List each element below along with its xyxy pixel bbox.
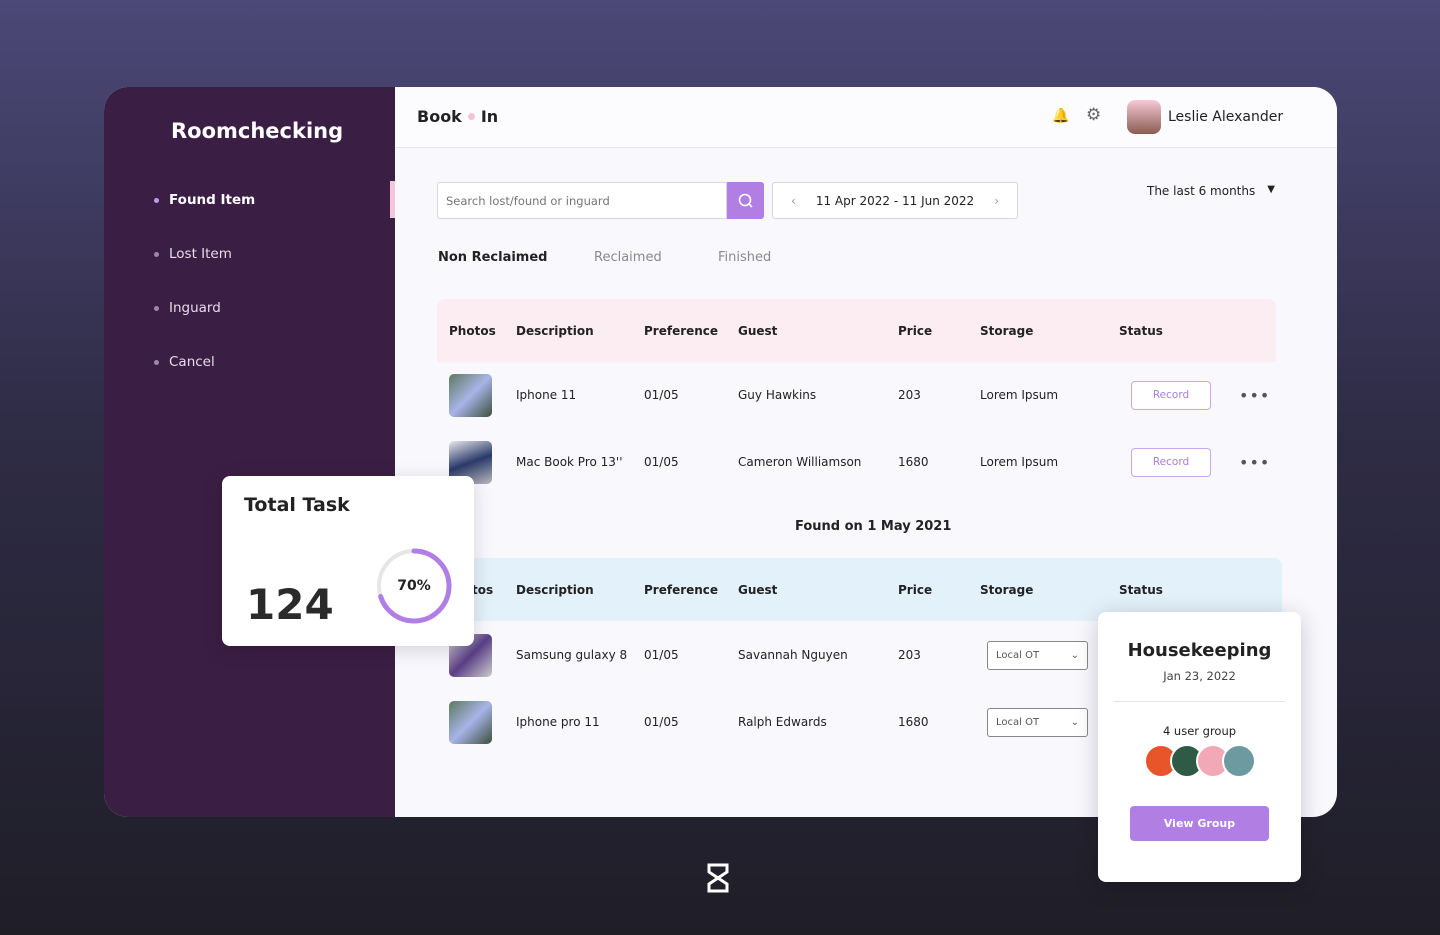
logo-right: In	[480, 107, 499, 126]
label: Inguard	[169, 300, 221, 316]
sidebar: Roomchecking Found Item Lost Item Inguar…	[104, 87, 395, 817]
storage-value: Local OT	[996, 649, 1040, 661]
table-row: Mac Book Pro 13'' 01/05 Cameron Williamson…	[437, 432, 1276, 492]
housekeeping-card: Housekeeping Jan 23, 2022 4 user group V…	[1098, 612, 1301, 882]
bell-icon[interactable]: 🔔	[1052, 108, 1069, 124]
description: Iphone pro 11	[516, 715, 600, 729]
storage-value: Local OT	[996, 716, 1040, 728]
housekeeping-title: Housekeeping	[1127, 640, 1272, 661]
label: Lost Item	[169, 246, 232, 262]
col-storage: Storage	[980, 323, 1034, 338]
description: Mac Book Pro 13''	[516, 455, 623, 469]
search-button[interactable]	[727, 182, 764, 219]
search-icon	[738, 193, 753, 208]
item-photo	[449, 373, 492, 417]
sidebar-item-lost[interactable]: Lost Item	[154, 246, 232, 262]
brand-logo-icon	[707, 863, 729, 893]
date-range-picker[interactable]: ‹ 11 Apr 2022 - 11 Jun 2022 ›	[772, 182, 1018, 219]
logo-left: Book	[417, 107, 462, 126]
storage-select[interactable]: Local OT ⌄	[987, 707, 1088, 737]
chevron-right-icon[interactable]: ›	[994, 194, 999, 208]
view-group-button[interactable]: View Group	[1130, 806, 1269, 841]
price: 1680	[898, 715, 929, 729]
gear-icon[interactable]: ⚙	[1086, 105, 1101, 125]
sidebar-item-found[interactable]: Found Item	[154, 192, 255, 208]
guest: Ralph Edwards	[738, 715, 827, 729]
sidebar-item-inguard[interactable]: Inguard	[154, 300, 221, 316]
total-task-title: Total Task	[244, 494, 350, 516]
storage: Lorem Ipsum	[980, 388, 1059, 402]
bullet-icon	[154, 197, 159, 203]
guest: Cameron Williamson	[738, 455, 862, 469]
more-icon[interactable]: •••	[1239, 386, 1270, 405]
bullet-icon	[154, 359, 159, 365]
col-guest: Guest	[738, 323, 778, 338]
guest: Savannah Nguyen	[738, 648, 848, 662]
tab-reclaimed[interactable]: Reclaimed	[594, 250, 662, 265]
col-photos: Photos	[449, 323, 496, 338]
tab-non-reclaimed[interactable]: Non Reclaimed	[438, 250, 547, 265]
col-storage: Storage	[980, 582, 1034, 597]
avatar[interactable]	[1127, 100, 1161, 134]
record-button[interactable]: Record	[1131, 380, 1211, 410]
col-guest: Guest	[738, 582, 778, 597]
preference: 01/05	[644, 388, 679, 402]
bullet-icon	[154, 251, 159, 257]
sidebar-item-cancel[interactable]: Cancel	[154, 354, 215, 370]
period-dropdown[interactable]: The last 6 months ▼	[1147, 184, 1275, 198]
preference: 01/05	[644, 648, 679, 662]
price: 203	[898, 648, 921, 662]
avatar-group	[1098, 744, 1301, 782]
logo-dot	[467, 113, 475, 120]
chevron-left-icon[interactable]: ‹	[791, 194, 796, 208]
col-price: Price	[898, 323, 933, 338]
more-icon[interactable]: •••	[1239, 453, 1270, 472]
logo: Book In	[417, 107, 498, 126]
user-name[interactable]: Leslie Alexander	[1168, 109, 1283, 125]
section-title: Found on 1 May 2021	[795, 519, 952, 534]
price: 1680	[898, 455, 929, 469]
date-range-text: 11 Apr 2022 - 11 Jun 2022	[815, 193, 975, 208]
description: Iphone 11	[516, 388, 577, 402]
col-status: Status	[1119, 582, 1163, 597]
label: Found Item	[169, 192, 256, 208]
progress-label: 70%	[397, 578, 431, 594]
group-label: 4 user group	[1162, 724, 1237, 738]
tab-finished[interactable]: Finished	[718, 250, 771, 265]
search-input[interactable]	[437, 182, 727, 219]
table-header: Photos Description Preference Guest Price Sto…	[437, 299, 1276, 362]
avatar	[1221, 744, 1256, 778]
description: Samsung gulaxy 8	[516, 648, 628, 662]
label: Cancel	[169, 354, 215, 370]
item-photo	[449, 700, 492, 744]
col-photos: tos	[472, 582, 494, 597]
storage-select[interactable]: Local OT ⌄	[987, 640, 1088, 670]
price: 203	[898, 388, 921, 402]
col-status: Status	[1119, 323, 1163, 338]
col-description: Description	[516, 582, 594, 597]
period-value: The last 6 months	[1147, 184, 1256, 198]
preference: 01/05	[644, 715, 679, 729]
top-bar: Book In 🔔 ⚙ Leslie Alexander	[395, 87, 1337, 148]
col-preference: Preference	[644, 582, 719, 597]
chevron-down-icon: ⌄	[1070, 649, 1079, 661]
housekeeping-date: Jan 23, 2022	[1163, 669, 1236, 683]
bullet-icon	[154, 305, 159, 311]
divider	[1114, 701, 1285, 702]
caret-down-icon: ▼	[1267, 184, 1275, 195]
total-task-value: 124	[246, 580, 334, 629]
col-preference: Preference	[644, 323, 719, 338]
storage: Lorem Ipsum	[980, 455, 1059, 469]
col-description: Description	[516, 323, 594, 338]
record-button[interactable]: Record	[1131, 447, 1211, 477]
chevron-down-icon: ⌄	[1070, 716, 1079, 728]
preference: 01/05	[644, 455, 679, 469]
guest: Guy Hawkins	[738, 388, 817, 402]
col-price: Price	[898, 582, 933, 597]
total-task-card: Total Task 124 70%	[222, 476, 474, 646]
brand-title: Roomchecking	[171, 119, 344, 143]
table-row: Iphone 11 01/05 Guy Hawkins 203 Lorem Ipsum R…	[437, 365, 1276, 425]
